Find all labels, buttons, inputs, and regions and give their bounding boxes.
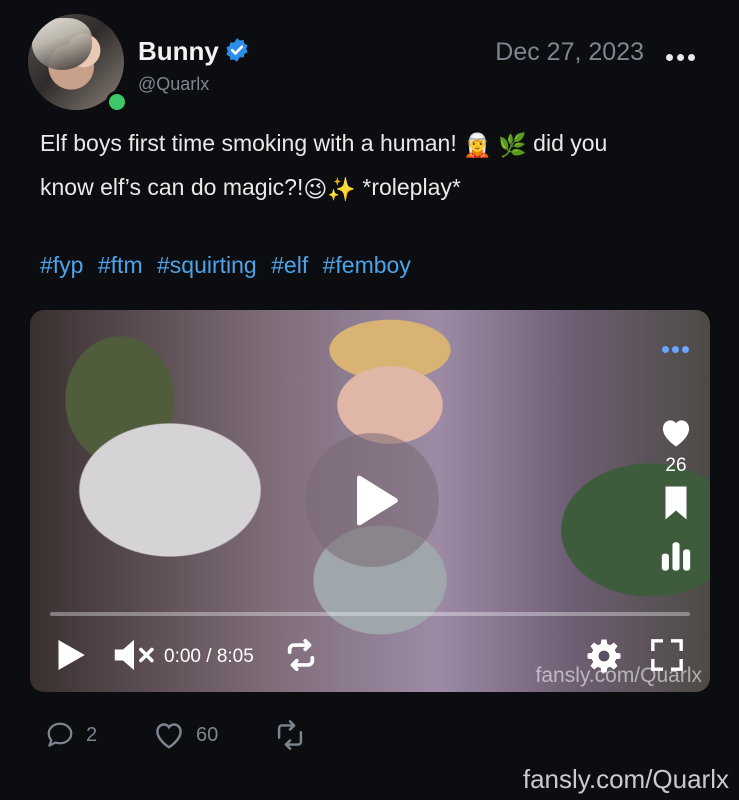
hashtags: #fyp #ftm #squirting #elf #femboy bbox=[40, 252, 419, 279]
comment-count: 2 bbox=[86, 723, 98, 746]
bookmark-icon[interactable] bbox=[661, 485, 691, 521]
comment-icon bbox=[47, 722, 73, 747]
media-side-actions: 26 bbox=[654, 416, 698, 577]
avatar-image bbox=[32, 18, 92, 70]
time-display: 0:00 / 8:05 bbox=[164, 646, 254, 667]
mute-icon[interactable] bbox=[112, 638, 156, 672]
post-date: Dec 27, 2023 bbox=[495, 38, 644, 66]
hashtag-link[interactable]: #femboy bbox=[323, 252, 411, 278]
like-count: 60 bbox=[196, 723, 219, 746]
hashtag-link[interactable]: #squirting bbox=[157, 252, 257, 278]
wink-emoji: 😉 bbox=[303, 175, 328, 202]
username[interactable]: @Quarlx bbox=[138, 74, 209, 95]
heart-icon[interactable] bbox=[658, 416, 694, 448]
loop-icon[interactable] bbox=[284, 638, 318, 672]
post-text: Elf boys first time smoking with a human… bbox=[40, 122, 700, 210]
herb-emoji: 🌿 bbox=[498, 131, 527, 158]
page-watermark: fansly.com/Quarlx bbox=[522, 764, 729, 794]
post-header: Bunny @Quarlx Dec 27, 2023 bbox=[28, 14, 718, 113]
post-text-line1: Elf boys first time smoking with a human… bbox=[40, 130, 464, 156]
video-player[interactable]: 26 0:00 / 8:05 fansly.com/Quarlx bbox=[30, 310, 710, 692]
stats-icon[interactable] bbox=[659, 538, 693, 572]
post-actions: 2 60 bbox=[44, 720, 344, 756]
play-overlay-button[interactable] bbox=[305, 433, 439, 567]
more-options-icon[interactable] bbox=[666, 48, 700, 61]
post-text-line2: know elf’s can do magic?! bbox=[40, 173, 304, 200]
play-icon bbox=[357, 475, 398, 526]
like-button[interactable]: 60 bbox=[152, 720, 218, 750]
media-like-count: 26 bbox=[665, 455, 687, 476]
display-name[interactable]: Bunny bbox=[138, 36, 219, 67]
media-more-icon[interactable] bbox=[662, 340, 696, 353]
hashtag-link[interactable]: #elf bbox=[271, 252, 308, 278]
post-text-line2-end: *roleplay* bbox=[355, 173, 461, 200]
play-icon[interactable] bbox=[56, 638, 86, 672]
online-status-dot bbox=[106, 91, 128, 113]
sparkles-emoji: ✨ bbox=[327, 175, 356, 202]
elf-emoji: 🧝 bbox=[463, 131, 492, 158]
comment-button[interactable]: 2 bbox=[44, 720, 97, 750]
progress-bar[interactable] bbox=[50, 612, 690, 616]
hashtag-link[interactable]: #fyp bbox=[40, 252, 83, 278]
hashtag-link[interactable]: #ftm bbox=[98, 252, 143, 278]
repost-icon bbox=[277, 720, 303, 750]
post-text-line1-end: did you bbox=[526, 130, 608, 156]
heart-outline-icon bbox=[156, 723, 182, 749]
media-watermark: fansly.com/Quarlx bbox=[535, 664, 703, 687]
verified-badge-icon bbox=[226, 38, 248, 62]
repost-button[interactable] bbox=[272, 720, 308, 750]
